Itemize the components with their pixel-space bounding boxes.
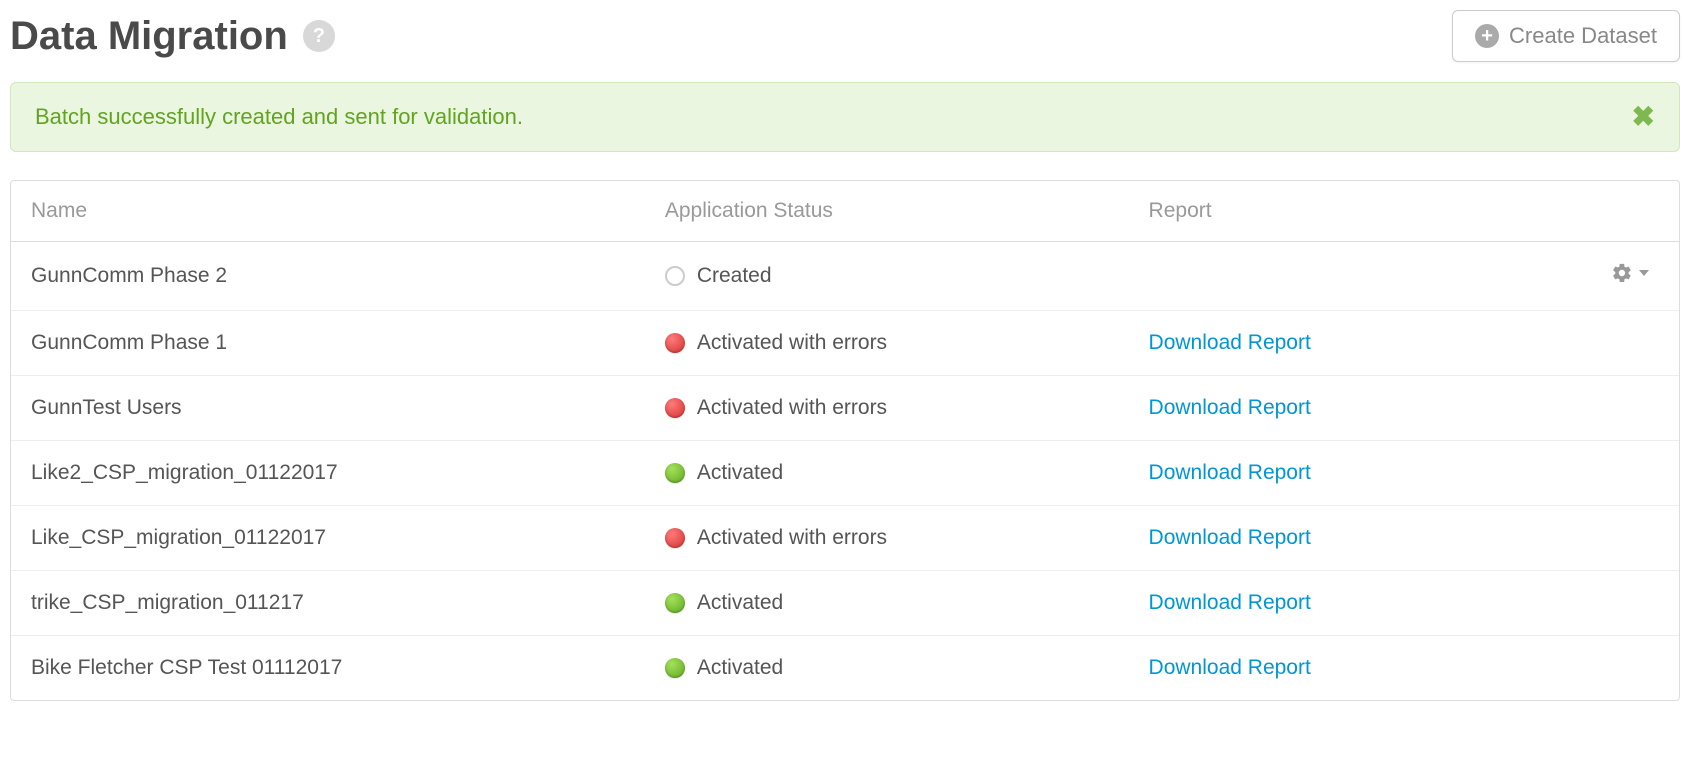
help-icon[interactable]: ? — [303, 20, 335, 52]
report-cell: Download Report — [1129, 571, 1546, 636]
dataset-name: Bike Fletcher CSP Test 01112017 — [11, 636, 645, 701]
status-label: Activated — [697, 656, 783, 680]
status-dot-icon — [665, 658, 685, 678]
table-header-row: Name Application Status Report — [11, 181, 1679, 242]
actions-cell — [1546, 242, 1679, 311]
col-header-report: Report — [1129, 181, 1546, 242]
download-report-link[interactable]: Download Report — [1149, 331, 1311, 354]
dataset-name: GunnTest Users — [11, 376, 645, 441]
page-title: Data Migration — [10, 14, 288, 59]
status-dot-icon — [665, 528, 685, 548]
table-row: Like_CSP_migration_01122017 Activated wit… — [11, 506, 1679, 571]
col-header-status: Application Status — [645, 181, 1129, 242]
gear-icon — [1611, 262, 1633, 284]
chevron-down-icon — [1639, 270, 1649, 276]
page-header: Data Migration ? + Create Dataset — [10, 10, 1680, 62]
success-alert: Batch successfully created and sent for … — [10, 82, 1680, 152]
status-dot-icon — [665, 593, 685, 613]
status-cell: Created — [645, 242, 1129, 311]
col-header-actions — [1546, 181, 1679, 242]
report-cell — [1129, 242, 1546, 311]
datasets-table-container: Name Application Status Report GunnComm … — [10, 180, 1680, 701]
table-row: GunnTest Users Activated with errors Downl… — [11, 376, 1679, 441]
status-label: Activated — [697, 461, 783, 485]
row-actions-menu[interactable] — [1611, 262, 1649, 284]
download-report-link[interactable]: Download Report — [1149, 396, 1311, 419]
download-report-link[interactable]: Download Report — [1149, 526, 1311, 549]
alert-message: Batch successfully created and sent for … — [35, 104, 523, 130]
download-report-link[interactable]: Download Report — [1149, 656, 1311, 679]
dataset-name: trike_CSP_migration_011217 — [11, 571, 645, 636]
actions-cell — [1546, 311, 1679, 376]
dataset-name: Like_CSP_migration_01122017 — [11, 506, 645, 571]
status-label: Activated with errors — [697, 396, 887, 420]
status-cell: Activated — [645, 571, 1129, 636]
report-cell: Download Report — [1129, 311, 1546, 376]
actions-cell — [1546, 441, 1679, 506]
download-report-link[interactable]: Download Report — [1149, 591, 1311, 614]
report-cell: Download Report — [1129, 441, 1546, 506]
create-dataset-label: Create Dataset — [1509, 23, 1657, 49]
create-dataset-button[interactable]: + Create Dataset — [1452, 10, 1680, 62]
dataset-name: Like2_CSP_migration_01122017 — [11, 441, 645, 506]
status-label: Created — [697, 264, 772, 288]
actions-cell — [1546, 571, 1679, 636]
status-label: Activated with errors — [697, 526, 887, 550]
table-row: GunnComm Phase 2 Created — [11, 242, 1679, 311]
table-row: trike_CSP_migration_011217 Activated Downl… — [11, 571, 1679, 636]
plus-circle-icon: + — [1475, 24, 1499, 48]
status-dot-icon — [665, 266, 685, 286]
report-cell: Download Report — [1129, 636, 1546, 701]
download-report-link[interactable]: Download Report — [1149, 461, 1311, 484]
close-icon[interactable]: ✖ — [1632, 103, 1655, 131]
datasets-table: Name Application Status Report GunnComm … — [11, 181, 1679, 700]
report-cell: Download Report — [1129, 376, 1546, 441]
status-cell: Activated — [645, 636, 1129, 701]
dataset-name: GunnComm Phase 1 — [11, 311, 645, 376]
table-row: Like2_CSP_migration_01122017 Activated Dow… — [11, 441, 1679, 506]
col-header-name: Name — [11, 181, 645, 242]
status-cell: Activated — [645, 441, 1129, 506]
status-cell: Activated with errors — [645, 506, 1129, 571]
status-label: Activated — [697, 591, 783, 615]
status-cell: Activated with errors — [645, 311, 1129, 376]
status-dot-icon — [665, 398, 685, 418]
table-row: Bike Fletcher CSP Test 01112017 Activated… — [11, 636, 1679, 701]
status-dot-icon — [665, 463, 685, 483]
actions-cell — [1546, 636, 1679, 701]
actions-cell — [1546, 376, 1679, 441]
status-dot-icon — [665, 333, 685, 353]
table-row: GunnComm Phase 1 Activated with errors Dow… — [11, 311, 1679, 376]
dataset-name: GunnComm Phase 2 — [11, 242, 645, 311]
report-cell: Download Report — [1129, 506, 1546, 571]
actions-cell — [1546, 506, 1679, 571]
status-cell: Activated with errors — [645, 376, 1129, 441]
status-label: Activated with errors — [697, 331, 887, 355]
header-left: Data Migration ? — [10, 14, 335, 59]
